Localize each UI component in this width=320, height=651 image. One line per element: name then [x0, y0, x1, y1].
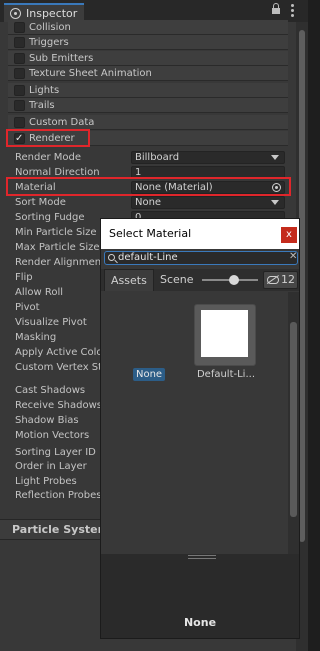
eye-hidden-icon [267, 276, 279, 284]
particle-system-title: Particle Systen [12, 523, 106, 536]
module-enabled-checkbox[interactable] [14, 68, 25, 79]
inspector-tabbar: Inspector [0, 0, 308, 22]
search-input[interactable] [118, 252, 278, 264]
prop-value: None [135, 197, 162, 208]
renderer-highlight-box [6, 129, 90, 147]
tab-assets[interactable]: Assets [104, 269, 154, 291]
asset-grid: None Default-Li... [101, 292, 299, 554]
asset-thumbnail[interactable] [194, 304, 256, 366]
material-highlight-box [6, 177, 291, 196]
module-label: Sub Emitters [29, 53, 94, 64]
module-enabled-checkbox[interactable] [14, 100, 25, 111]
select-material-dialog: Select Material x ✕ Assets Scene 12 None… [100, 218, 300, 639]
dropdown-arrow-icon [271, 200, 279, 205]
preview-label: None [183, 616, 217, 629]
asset-item-label[interactable]: Default-Li... [193, 369, 259, 380]
module-texture-sheet-animation[interactable]: Texture Sheet Animation [8, 66, 288, 81]
module-enabled-checkbox[interactable] [14, 85, 25, 96]
module-enabled-checkbox[interactable] [14, 117, 25, 128]
picker-tabs: Assets Scene 12 [101, 269, 299, 291]
module-label: Collision [29, 22, 71, 33]
module-collision[interactable]: Collision [8, 20, 288, 35]
module-enabled-checkbox[interactable] [14, 53, 25, 64]
tab-scene[interactable]: Scene [154, 269, 200, 291]
search-icon [108, 254, 115, 261]
tab-inspector-label: Inspector [26, 7, 78, 20]
prop-field-render-mode[interactable]: Billboard [131, 151, 285, 164]
lock-icon[interactable] [272, 3, 280, 16]
module-label: Triggers [29, 37, 69, 48]
module-enabled-checkbox[interactable] [14, 37, 25, 48]
module-custom-data[interactable]: Custom Data [8, 115, 288, 130]
more-options-icon[interactable] [291, 4, 295, 18]
module-trails[interactable]: Trails [8, 98, 288, 113]
splitter-grip-icon [188, 555, 216, 559]
prop-value: Billboard [135, 152, 180, 163]
hidden-items-toggle[interactable]: 12 [263, 271, 298, 289]
dropdown-arrow-icon [271, 155, 279, 160]
module-label: Lights [29, 85, 60, 96]
dialog-title: Select Material [109, 227, 192, 240]
close-button[interactable]: x [281, 227, 297, 243]
prop-label-render-mode: Render Mode [15, 152, 82, 163]
module-label: Trails [29, 100, 55, 111]
material-preview-swatch [201, 310, 248, 357]
module-enabled-checkbox[interactable] [14, 22, 25, 33]
asset-grid-scroll-thumb[interactable] [290, 322, 297, 517]
module-triggers[interactable]: Triggers [8, 35, 288, 50]
asset-item-none[interactable]: None [133, 368, 166, 381]
search-field[interactable]: ✕ [104, 251, 298, 265]
prop-label-sort-mode: Sort Mode [15, 197, 66, 208]
module-label: Custom Data [29, 117, 95, 128]
module-label: Texture Sheet Animation [29, 68, 152, 79]
module-lights[interactable]: Lights [8, 83, 288, 98]
dialog-titlebar[interactable]: Select Material x [101, 219, 299, 249]
info-icon [10, 8, 21, 19]
prop-field-sort-mode[interactable]: None [131, 196, 285, 209]
zoom-slider-handle[interactable] [229, 275, 239, 285]
preview-pane: None [101, 560, 299, 638]
hidden-count: 12 [281, 273, 295, 286]
module-sub-emitters[interactable]: Sub Emitters [8, 51, 288, 66]
clear-search-icon[interactable]: ✕ [289, 251, 297, 262]
asset-grid-scrollbar[interactable] [288, 292, 299, 554]
